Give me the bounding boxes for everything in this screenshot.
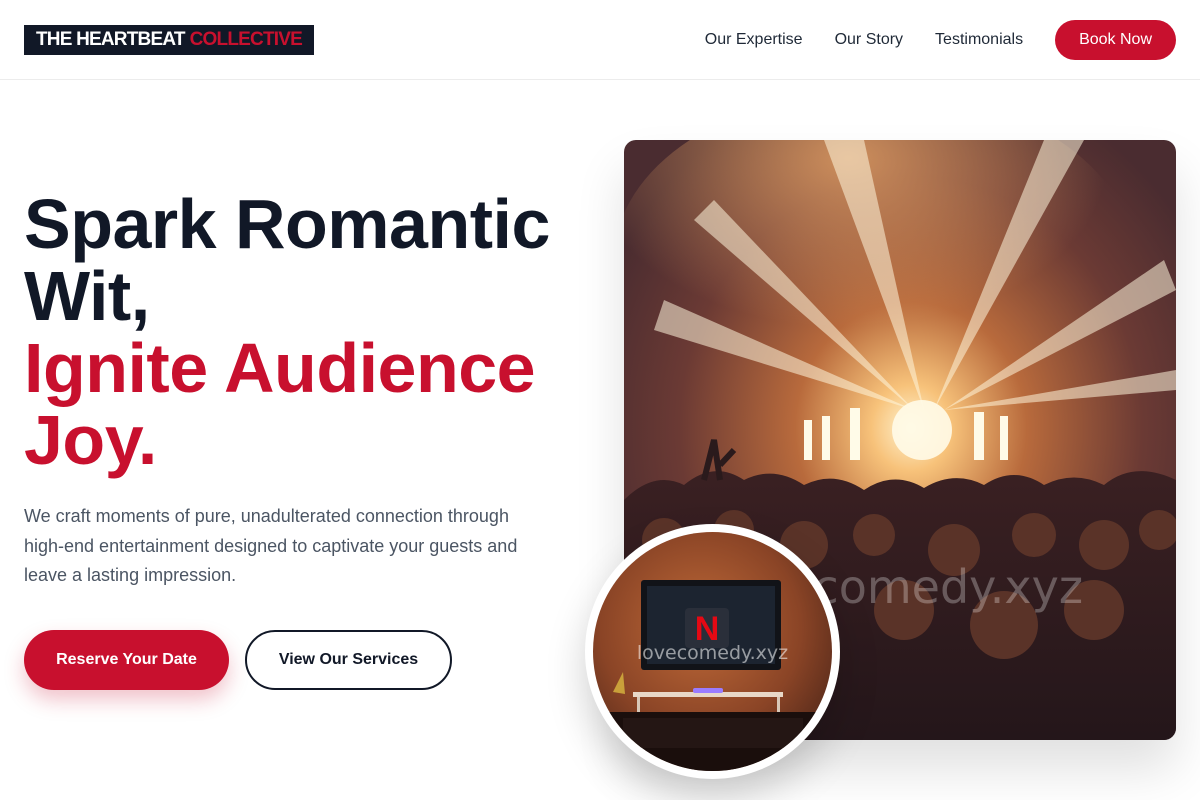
hero-title-line-1: Spark Romantic: [24, 185, 550, 263]
tv-image-frame: N lovecomedy.xyz: [585, 524, 840, 779]
book-now-button[interactable]: Book Now: [1055, 20, 1176, 60]
brand-logo[interactable]: THE HEARTBEAT COLLECTIVE: [24, 25, 314, 55]
nav-link-our-story[interactable]: Our Story: [835, 31, 903, 49]
nav-link-our-expertise[interactable]: Our Expertise: [705, 31, 803, 49]
tv-image: N lovecomedy.xyz: [593, 532, 832, 771]
hero-title-line-4: Joy.: [24, 401, 157, 479]
logo-text-primary: THE HEARTBEAT: [36, 29, 185, 50]
main-nav: Our Expertise Our Story Testimonials Boo…: [705, 20, 1176, 60]
hero-title-line-3: Ignite Audience: [24, 329, 536, 407]
reserve-date-button[interactable]: Reserve Your Date: [24, 630, 229, 690]
tv-watermark: lovecomedy.xyz: [636, 642, 789, 664]
site-header: THE HEARTBEAT COLLECTIVE Our Expertise O…: [0, 0, 1200, 80]
logo-text-accent: COLLECTIVE: [189, 29, 303, 50]
hero-title: Spark Romantic Wit, Ignite Audience Joy.: [24, 188, 604, 476]
hero-subtitle: We craft moments of pure, unadulterated …: [24, 506, 518, 585]
hero-title-line-2: Wit,: [24, 257, 150, 335]
view-services-button[interactable]: View Our Services: [245, 630, 452, 690]
nav-link-testimonials[interactable]: Testimonials: [935, 31, 1023, 49]
